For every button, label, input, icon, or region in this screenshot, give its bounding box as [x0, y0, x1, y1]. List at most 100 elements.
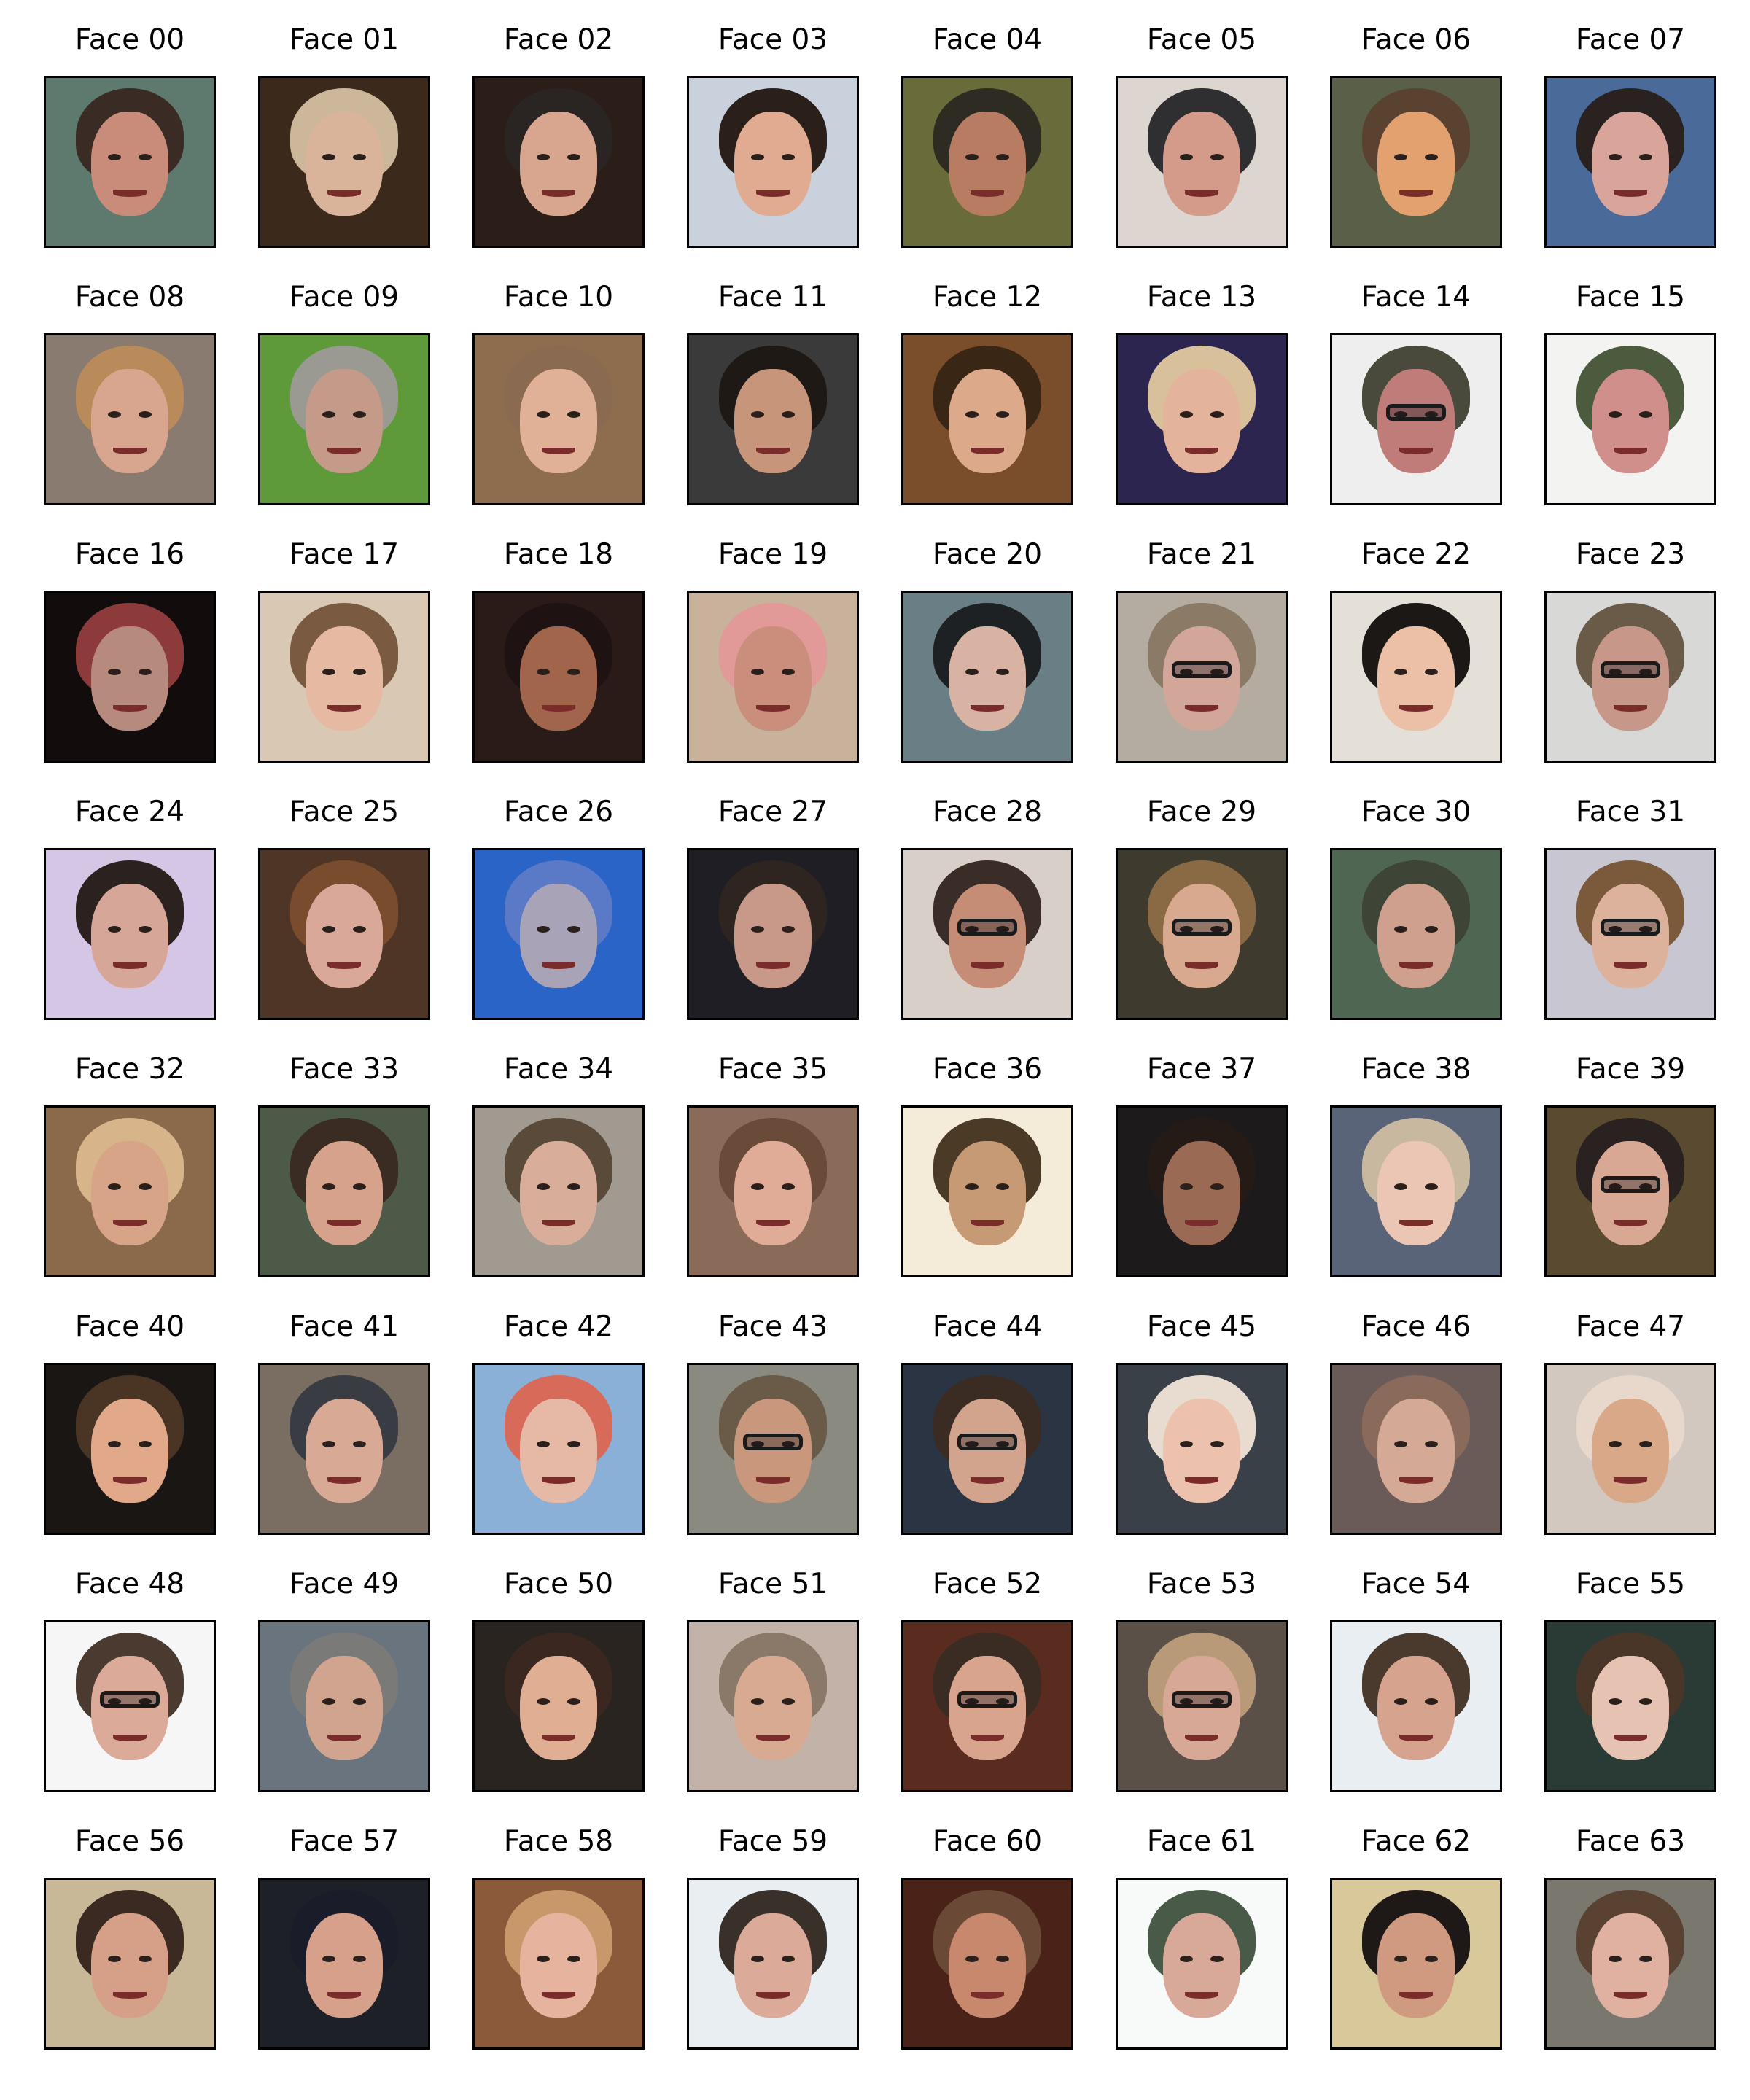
left-eye — [965, 153, 979, 160]
right-eye — [995, 668, 1009, 675]
face-image — [258, 848, 430, 1020]
left-eye — [965, 1955, 979, 1962]
face-skin — [306, 884, 383, 988]
face-skin — [1377, 626, 1455, 731]
left-eye — [1180, 153, 1194, 160]
face-skin — [91, 1913, 168, 2018]
face-skin — [520, 1399, 597, 1503]
face-label: Face 44 — [932, 1310, 1043, 1343]
face-label: Face 16 — [74, 538, 185, 571]
face-image — [472, 333, 645, 505]
face-label: Face 51 — [718, 1568, 828, 1601]
face-skin — [1592, 1141, 1669, 1245]
face-skin — [1377, 884, 1455, 988]
right-eye — [138, 925, 152, 933]
face-label: Face 03 — [718, 23, 828, 56]
left-eye — [751, 925, 765, 933]
face-skin — [1377, 369, 1455, 473]
face-skin — [1163, 884, 1240, 988]
face-skin — [306, 626, 383, 731]
face-image — [1330, 333, 1502, 505]
face-label: Face 06 — [1361, 23, 1471, 56]
right-eye — [352, 1440, 366, 1447]
face-skin — [1592, 1399, 1669, 1503]
left-eye — [751, 668, 765, 675]
left-eye — [1609, 411, 1622, 418]
face-image — [472, 591, 645, 763]
face-image — [687, 1363, 859, 1535]
face-image — [1330, 76, 1502, 248]
left-eye — [1394, 153, 1408, 160]
face-label: Face 52 — [932, 1568, 1043, 1601]
left-eye — [537, 153, 551, 160]
face-image — [1116, 1878, 1288, 2050]
face-image — [1116, 1105, 1288, 1278]
face-skin — [306, 1656, 383, 1760]
face-label: Face 55 — [1575, 1568, 1686, 1601]
face-label: Face 27 — [718, 796, 828, 828]
face-skin — [1592, 884, 1669, 988]
face-image — [901, 1363, 1073, 1535]
face-skin — [734, 1399, 812, 1503]
right-eye — [1638, 411, 1652, 418]
right-eye — [567, 1698, 580, 1705]
right-eye — [781, 1698, 795, 1705]
right-eye — [1210, 1955, 1224, 1962]
face-label: Face 42 — [503, 1310, 614, 1343]
face-skin — [91, 1141, 168, 1245]
left-eye — [322, 411, 336, 418]
face-image — [687, 848, 859, 1020]
face-label: Face 41 — [289, 1310, 400, 1343]
left-eye — [322, 1440, 336, 1447]
right-eye — [781, 668, 795, 675]
face-skin — [306, 369, 383, 473]
face-image — [44, 591, 216, 763]
right-eye — [567, 1440, 580, 1447]
face-label: Face 31 — [1575, 796, 1686, 828]
face-label: Face 02 — [503, 23, 614, 56]
face-image — [1116, 76, 1288, 248]
face-label: Face 21 — [1146, 538, 1257, 571]
glasses — [1600, 661, 1661, 679]
face-image — [901, 848, 1073, 1020]
face-label: Face 50 — [503, 1568, 614, 1601]
face-skin — [91, 1399, 168, 1503]
left-eye — [1180, 1440, 1194, 1447]
face-image — [258, 1105, 430, 1278]
glasses — [957, 919, 1018, 936]
right-eye — [138, 411, 152, 418]
right-eye — [995, 1183, 1009, 1190]
glasses — [1600, 1176, 1661, 1194]
left-eye — [537, 411, 551, 418]
face-image — [1544, 1878, 1716, 2050]
face-image — [472, 1620, 645, 1792]
face-skin — [306, 112, 383, 216]
face-label: Face 35 — [718, 1053, 828, 1086]
face-label: Face 46 — [1361, 1310, 1471, 1343]
face-grid: Face 00 Face 01 Face 02 Face 03 Face 04 Face … — [0, 0, 1750, 2100]
face-skin — [520, 884, 597, 988]
face-skin — [734, 1913, 812, 2018]
right-eye — [1424, 1955, 1438, 1962]
right-eye — [1424, 925, 1438, 933]
face-image — [1330, 1620, 1502, 1792]
face-skin — [1163, 1399, 1240, 1503]
left-eye — [1394, 925, 1408, 933]
right-eye — [567, 1183, 580, 1190]
right-eye — [138, 668, 152, 675]
face-skin — [1163, 1656, 1240, 1760]
left-eye — [751, 153, 765, 160]
face-image — [1116, 1363, 1288, 1535]
face-image — [1544, 1620, 1716, 1792]
face-skin — [520, 626, 597, 731]
left-eye — [108, 668, 122, 675]
face-skin — [520, 1141, 597, 1245]
left-eye — [322, 668, 336, 675]
right-eye — [1424, 153, 1438, 160]
right-eye — [352, 1698, 366, 1705]
face-skin — [1163, 1141, 1240, 1245]
face-skin — [1592, 369, 1669, 473]
face-image — [1116, 848, 1288, 1020]
face-skin — [949, 1656, 1026, 1760]
face-image — [901, 1878, 1073, 2050]
